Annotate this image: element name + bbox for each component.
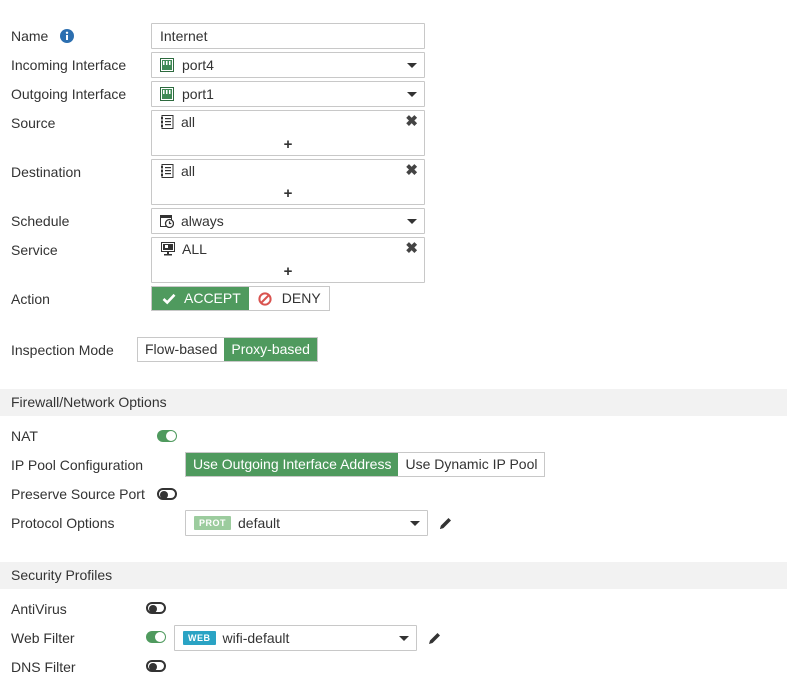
source-label: Source bbox=[11, 115, 56, 131]
chevron-down-icon bbox=[399, 636, 409, 641]
chevron-down-icon bbox=[407, 63, 417, 68]
firewall-section-title: Firewall/Network Options bbox=[11, 394, 167, 410]
chevron-down-icon bbox=[407, 92, 417, 97]
clock-calendar-icon bbox=[160, 214, 174, 228]
web-filter-value: wifi-default bbox=[222, 630, 290, 646]
web-filter-select[interactable]: WEB wifi-default bbox=[174, 625, 417, 651]
use-outgoing-interface-address-button[interactable]: Use Outgoing Interface Address bbox=[186, 453, 399, 476]
protocol-options-value: default bbox=[238, 515, 281, 531]
add-destination-button[interactable]: + bbox=[152, 185, 424, 202]
service-value: ALL bbox=[182, 241, 207, 257]
web-badge: WEB bbox=[183, 631, 216, 645]
incoming-interface-label: Incoming Interface bbox=[11, 57, 127, 73]
pencil-icon[interactable] bbox=[427, 631, 442, 649]
add-source-button[interactable]: + bbox=[152, 136, 424, 153]
service-multiselect[interactable]: ALL ✖ + bbox=[151, 237, 425, 283]
service-label: Service bbox=[11, 242, 58, 258]
schedule-value: always bbox=[181, 213, 224, 229]
use-dynamic-ip-pool-button[interactable]: Use Dynamic IP Pool bbox=[398, 453, 545, 476]
pencil-icon[interactable] bbox=[438, 516, 453, 534]
check-icon bbox=[162, 293, 176, 305]
outgoing-interface-value: port1 bbox=[182, 86, 214, 102]
remove-destination-icon[interactable]: ✖ bbox=[405, 161, 418, 179]
deny-icon bbox=[258, 291, 272, 306]
chevron-down-icon bbox=[410, 521, 420, 526]
protocol-options-select[interactable]: PROT default bbox=[185, 510, 428, 536]
action-accept-label: ACCEPT bbox=[184, 290, 241, 306]
outgoing-interface-label: Outgoing Interface bbox=[11, 86, 127, 102]
destination-label: Destination bbox=[11, 164, 82, 180]
firewall-section-header: Firewall/Network Options bbox=[0, 389, 787, 416]
dns-filter-toggle[interactable] bbox=[146, 660, 166, 672]
ip-pool-toggle-group: Use Outgoing Interface Address Use Dynam… bbox=[185, 452, 546, 477]
source-multiselect[interactable]: all ✖ + bbox=[151, 110, 425, 156]
service-entry: ALL bbox=[161, 241, 207, 257]
destination-value: all bbox=[181, 163, 196, 179]
source-entry: all bbox=[161, 114, 195, 130]
action-deny-button[interactable]: DENY bbox=[248, 287, 329, 310]
nat-label: NAT bbox=[11, 428, 38, 444]
ip-pool-label: IP Pool Configuration bbox=[11, 457, 144, 473]
destination-multiselect[interactable]: all ✖ + bbox=[151, 159, 425, 205]
web-filter-label: Web Filter bbox=[11, 630, 75, 646]
preserve-source-port-toggle[interactable] bbox=[157, 488, 177, 500]
inspection-mode-label: Inspection Mode bbox=[11, 342, 114, 358]
remove-source-icon[interactable]: ✖ bbox=[405, 112, 418, 130]
prot-badge: PROT bbox=[194, 516, 232, 530]
preserve-source-port-label: Preserve Source Port bbox=[11, 486, 145, 502]
address-book-icon bbox=[161, 164, 174, 178]
protocol-options-label: Protocol Options bbox=[11, 515, 115, 531]
port-icon bbox=[160, 58, 174, 72]
antivirus-label: AntiVirus bbox=[11, 601, 67, 617]
outgoing-interface-select[interactable]: port1 bbox=[151, 81, 425, 107]
monitor-service-icon bbox=[161, 242, 175, 256]
source-value: all bbox=[181, 114, 196, 130]
dns-filter-label: DNS Filter bbox=[11, 659, 76, 675]
security-section-header: Security Profiles bbox=[0, 562, 787, 589]
port-icon bbox=[160, 87, 174, 101]
info-icon[interactable] bbox=[60, 27, 74, 44]
address-book-icon bbox=[161, 115, 174, 129]
incoming-interface-value: port4 bbox=[182, 57, 214, 73]
destination-entry: all bbox=[161, 163, 195, 179]
proxy-based-button[interactable]: Proxy-based bbox=[224, 338, 317, 361]
nat-toggle[interactable] bbox=[157, 430, 177, 442]
inspection-mode-toggle-group: Flow-based Proxy-based bbox=[137, 337, 318, 362]
schedule-select[interactable]: always bbox=[151, 208, 425, 234]
action-deny-label: DENY bbox=[281, 290, 321, 306]
web-filter-toggle[interactable] bbox=[146, 631, 166, 643]
chevron-down-icon bbox=[407, 219, 417, 224]
add-service-button[interactable]: + bbox=[152, 263, 424, 280]
action-toggle-group: ACCEPT DENY bbox=[151, 286, 330, 311]
flow-based-button[interactable]: Flow-based bbox=[138, 338, 225, 361]
remove-service-icon[interactable]: ✖ bbox=[405, 239, 418, 257]
action-accept-button[interactable]: ACCEPT bbox=[152, 287, 249, 310]
action-label: Action bbox=[11, 291, 50, 307]
name-label: Name bbox=[11, 28, 49, 44]
name-input[interactable]: Internet bbox=[151, 23, 425, 49]
antivirus-toggle[interactable] bbox=[146, 602, 166, 614]
incoming-interface-select[interactable]: port4 bbox=[151, 52, 425, 78]
security-section-title: Security Profiles bbox=[11, 567, 113, 583]
schedule-label: Schedule bbox=[11, 213, 70, 229]
